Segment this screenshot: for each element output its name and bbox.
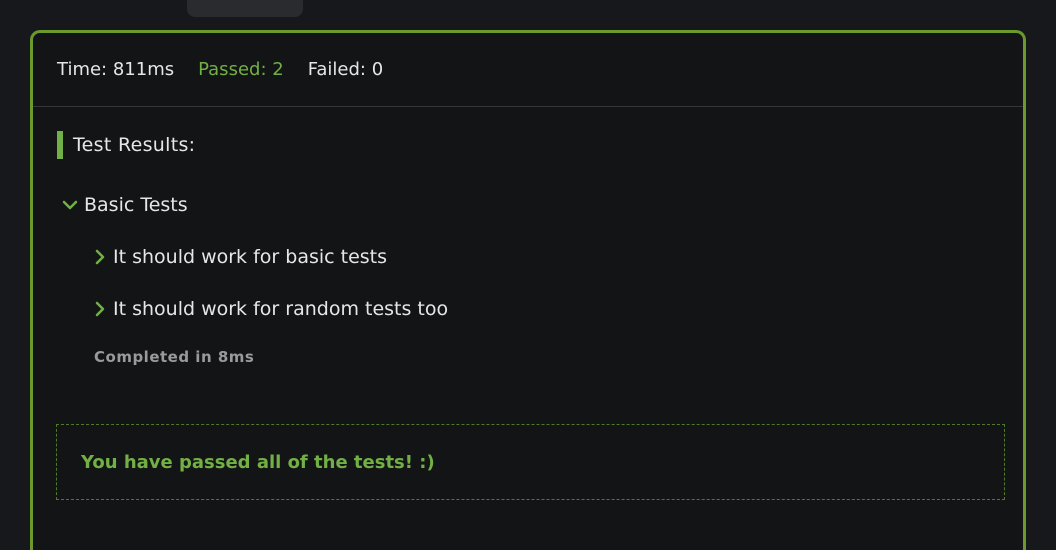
completed-time: Completed in 8ms	[94, 348, 255, 366]
passed-stat: Passed: 2	[198, 59, 284, 80]
test-results-heading: Test Results:	[57, 131, 195, 159]
test-item-basic[interactable]: It should work for basic tests	[93, 245, 387, 269]
success-message: You have passed all of the tests! :)	[81, 451, 435, 473]
success-message-box: You have passed all of the tests! :)	[56, 424, 1005, 500]
chevron-right-icon	[95, 301, 105, 317]
test-item-random[interactable]: It should work for random tests too	[93, 297, 448, 321]
test-group-basic-tests[interactable]: Basic Tests	[61, 193, 188, 217]
test-item-label: It should work for random tests too	[113, 298, 449, 320]
test-output-panel: Time: 811ms Passed: 2 Failed: 0 Test Res…	[30, 30, 1026, 550]
chevron-down-icon	[62, 200, 78, 210]
chevron-right-icon	[95, 249, 105, 265]
time-stat: Time: 811ms	[57, 59, 175, 80]
test-summary-bar: Time: 811ms Passed: 2 Failed: 0	[33, 33, 1023, 107]
test-item-label: It should work for basic tests	[113, 246, 388, 268]
top-tab[interactable]	[187, 0, 303, 17]
failed-stat: Failed: 0	[307, 59, 384, 80]
test-group-label: Basic Tests	[84, 194, 188, 216]
